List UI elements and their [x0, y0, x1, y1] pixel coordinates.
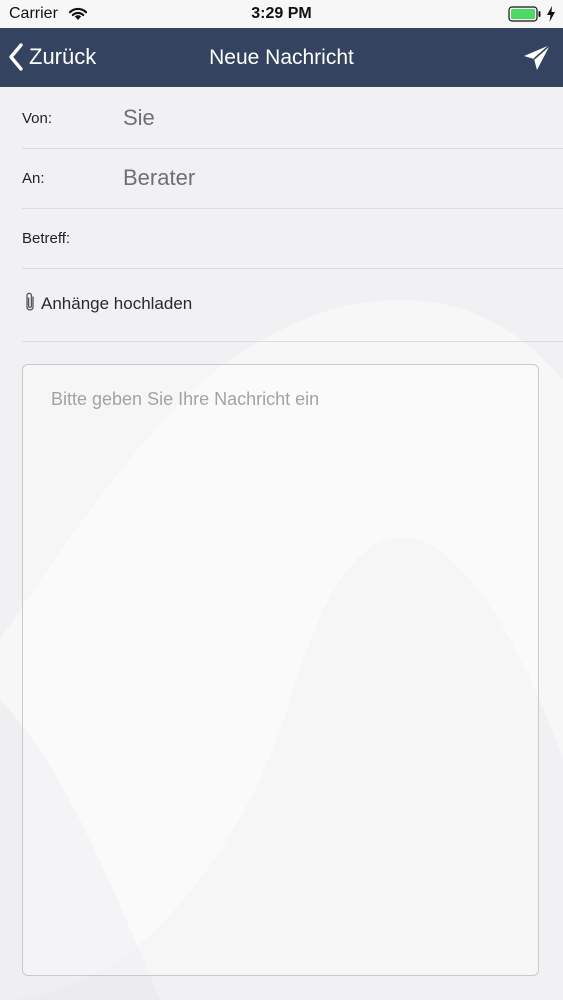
page-title: Neue Nachricht: [209, 46, 354, 69]
to-label: An:: [22, 170, 45, 187]
subject-row: Betreff:: [22, 208, 563, 269]
from-label: Von:: [22, 110, 53, 127]
status-bar: Carrier 3:29 PM: [0, 0, 563, 28]
navigation-bar: Zurück Neue Nachricht: [0, 28, 563, 87]
upload-attachments-label: Anhänge hochladen: [41, 294, 193, 313]
charging-bolt-icon: [547, 6, 555, 22]
to-row[interactable]: An: Berater: [22, 148, 563, 209]
to-value: Berater: [123, 165, 196, 190]
status-time: 3:29 PM: [251, 5, 312, 22]
subject-label: Betreff:: [22, 230, 71, 247]
from-row: Von: Sie: [22, 88, 563, 149]
battery-icon: [508, 6, 541, 22]
from-value: Sie: [123, 105, 155, 130]
message-box: [22, 364, 539, 976]
upload-attachments-button[interactable]: Anhänge hochladen: [22, 268, 563, 342]
paperclip-icon: [26, 292, 34, 311]
send-button[interactable]: [522, 44, 552, 72]
message-input[interactable]: [23, 365, 538, 975]
subject-input[interactable]: [84, 220, 558, 258]
